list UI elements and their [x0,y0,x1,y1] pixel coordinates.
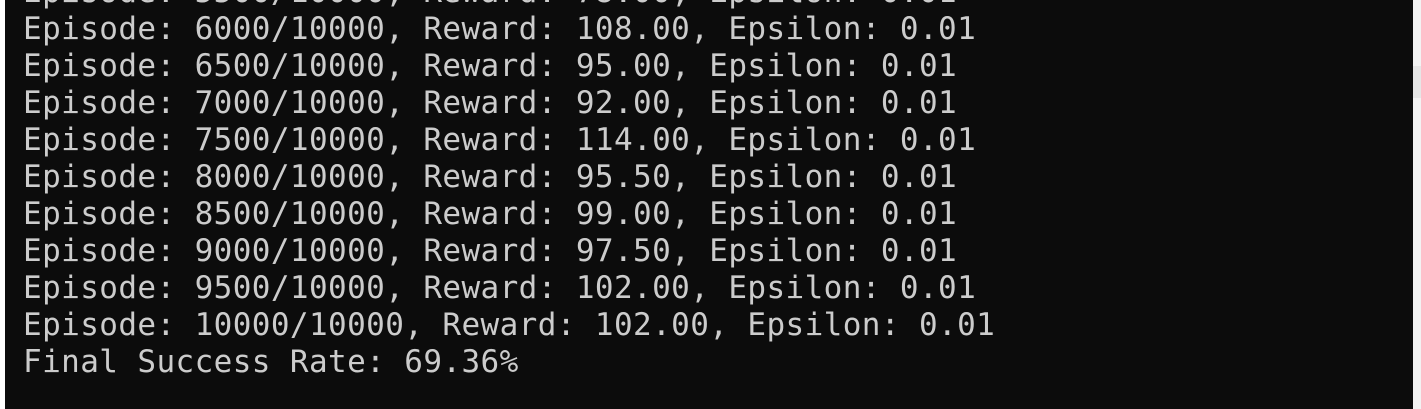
output-line-episode-9500: Episode: 9500/10000, Reward: 102.00, Eps… [23,270,977,306]
output-line-episode-6500: Episode: 6500/10000, Reward: 95.00, Epsi… [23,48,958,84]
terminal-output: Episode: 5500/10000, Reward: 78.00, Epsi… [23,0,995,381]
output-line-episode-5500: Episode: 5500/10000, Reward: 78.00, Epsi… [23,0,995,11]
scrollbar-thumb[interactable] [1413,66,1421,98]
output-line-episode-7000: Episode: 7000/10000, Reward: 92.00, Epsi… [23,85,958,121]
window-edge-right [1413,0,1421,409]
output-line-episode-8500: Episode: 8500/10000, Reward: 99.00, Epsi… [23,196,958,232]
output-line-episode-7500: Episode: 7500/10000, Reward: 114.00, Eps… [23,122,977,158]
terminal-window[interactable]: Episode: 5500/10000, Reward: 78.00, Epsi… [5,0,1413,409]
output-line-episode-9000: Episode: 9000/10000, Reward: 97.50, Epsi… [23,233,958,269]
output-line-episode-10000: Episode: 10000/10000, Reward: 102.00, Ep… [23,307,996,343]
output-line-episode-6000: Episode: 6000/10000, Reward: 108.00, Eps… [23,11,977,47]
output-line-final-success-rate: Final Success Rate: 69.36% [23,344,519,380]
output-line-episode-8000: Episode: 8000/10000, Reward: 95.50, Epsi… [23,159,958,195]
